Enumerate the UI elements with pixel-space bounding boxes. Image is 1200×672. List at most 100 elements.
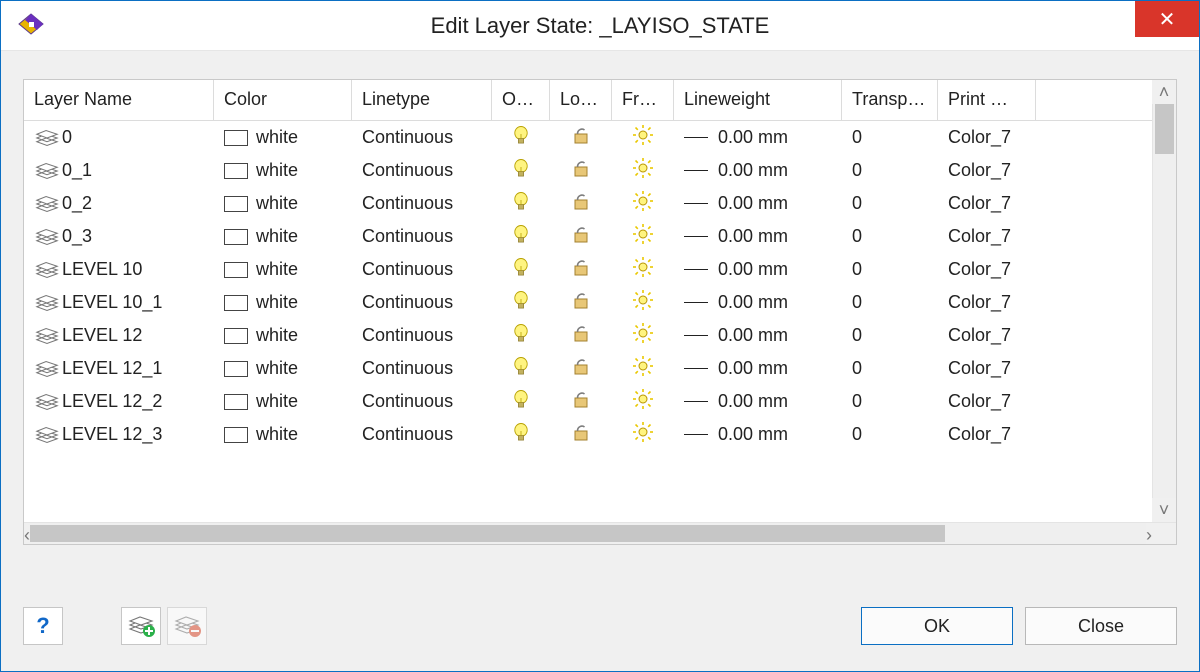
bulb-icon[interactable] [510,322,532,349]
lock-icon[interactable] [570,190,592,217]
sun-icon[interactable] [632,157,654,184]
sun-icon[interactable] [632,289,654,316]
lock-icon[interactable] [570,421,592,448]
sun-icon[interactable] [632,124,654,151]
lineweight-icon [684,401,708,402]
close-icon[interactable] [1135,1,1199,37]
col-on[interactable]: O… [492,80,550,120]
bulb-icon[interactable] [510,388,532,415]
col-color[interactable]: Color [214,80,352,120]
scroll-up-icon[interactable]: ˄ [1152,80,1176,104]
layer-icon [34,260,58,280]
col-lineweight[interactable]: Lineweight [674,80,842,120]
linetype-value: Continuous [352,319,492,352]
lineweight-icon [684,335,708,336]
lineweight-value: 0.00 mm [718,358,788,379]
lineweight-value: 0.00 mm [718,391,788,412]
scroll-down-icon[interactable]: ˅ [1152,498,1176,522]
lock-icon[interactable] [570,388,592,415]
scroll-track-vertical[interactable] [1152,104,1176,498]
lock-icon[interactable] [570,157,592,184]
table-row[interactable]: LEVEL 10whiteContinuous0.00 mm0Color_7 [24,253,1152,286]
bulb-icon[interactable] [510,355,532,382]
color-swatch [224,394,248,410]
sun-icon[interactable] [632,322,654,349]
lock-icon[interactable] [570,124,592,151]
sun-icon[interactable] [632,355,654,382]
print-value: Color_7 [938,385,1036,418]
dialog-footer: ? OK Close [23,603,1177,649]
table-row[interactable]: 0whiteContinuous0.00 mm0Color_7 [24,121,1152,154]
color-value: white [256,160,298,181]
print-value: Color_7 [938,253,1036,286]
layer-name: 0_2 [62,193,92,214]
bulb-icon[interactable] [510,289,532,316]
linetype-value: Continuous [352,154,492,187]
table-row[interactable]: 0_1whiteContinuous0.00 mm0Color_7 [24,154,1152,187]
scroll-thumb-horizontal[interactable] [30,525,945,542]
help-button[interactable]: ? [23,607,63,645]
layer-name: LEVEL 12_1 [62,358,162,379]
lock-icon[interactable] [570,289,592,316]
bulb-icon[interactable] [510,421,532,448]
transparency-value: 0 [842,352,938,385]
bulb-icon[interactable] [510,124,532,151]
print-value: Color_7 [938,220,1036,253]
lineweight-value: 0.00 mm [718,325,788,346]
layer-name: LEVEL 12_2 [62,391,162,412]
col-print[interactable]: Print … [938,80,1036,120]
titlebar[interactable]: Edit Layer State: _LAYISO_STATE [1,1,1199,51]
color-swatch [224,295,248,311]
transparency-value: 0 [842,253,938,286]
sun-icon[interactable] [632,421,654,448]
color-swatch [224,262,248,278]
table-row[interactable]: LEVEL 10_1whiteContinuous0.00 mm0Color_7 [24,286,1152,319]
col-layer-name[interactable]: Layer Name [24,80,214,120]
table-row[interactable]: LEVEL 12_3whiteContinuous0.00 mm0Color_7 [24,418,1152,451]
scroll-track-horizontal[interactable] [30,523,1146,544]
sun-icon[interactable] [632,388,654,415]
bulb-icon[interactable] [510,256,532,283]
close-button[interactable]: Close [1025,607,1177,645]
transparency-value: 0 [842,418,938,451]
col-freeze[interactable]: Fr… [612,80,674,120]
layer-icon [34,227,58,247]
lock-icon[interactable] [570,322,592,349]
dialog-body: Layer Name Color Linetype O… Lo… Fr… Lin… [1,51,1199,671]
remove-layer-button[interactable] [167,607,207,645]
vertical-scrollbar[interactable]: ˄ ˅ [1152,80,1176,522]
window-title: Edit Layer State: _LAYISO_STATE [431,13,770,39]
lineweight-value: 0.00 mm [718,259,788,280]
horizontal-scrollbar[interactable]: ‹ › [24,522,1176,544]
table-row[interactable]: LEVEL 12_2whiteContinuous0.00 mm0Color_7 [24,385,1152,418]
layer-icon [34,194,58,214]
table-row[interactable]: LEVEL 12whiteContinuous0.00 mm0Color_7 [24,319,1152,352]
scroll-thumb-vertical[interactable] [1155,104,1174,154]
linetype-value: Continuous [352,220,492,253]
col-lock[interactable]: Lo… [550,80,612,120]
linetype-value: Continuous [352,286,492,319]
color-value: white [256,292,298,313]
bulb-icon[interactable] [510,223,532,250]
color-value: white [256,358,298,379]
table-header: Layer Name Color Linetype O… Lo… Fr… Lin… [24,80,1152,121]
lock-icon[interactable] [570,256,592,283]
lock-icon[interactable] [570,223,592,250]
table-row[interactable]: 0_2whiteContinuous0.00 mm0Color_7 [24,187,1152,220]
bulb-icon[interactable] [510,157,532,184]
lineweight-value: 0.00 mm [718,292,788,313]
print-value: Color_7 [938,319,1036,352]
layer-icon [34,359,58,379]
color-value: white [256,259,298,280]
bulb-icon[interactable] [510,190,532,217]
ok-button[interactable]: OK [861,607,1013,645]
table-row[interactable]: 0_3whiteContinuous0.00 mm0Color_7 [24,220,1152,253]
sun-icon[interactable] [632,223,654,250]
lock-icon[interactable] [570,355,592,382]
table-row[interactable]: LEVEL 12_1whiteContinuous0.00 mm0Color_7 [24,352,1152,385]
add-layer-button[interactable] [121,607,161,645]
sun-icon[interactable] [632,190,654,217]
col-linetype[interactable]: Linetype [352,80,492,120]
col-transparency[interactable]: Transp… [842,80,938,120]
sun-icon[interactable] [632,256,654,283]
